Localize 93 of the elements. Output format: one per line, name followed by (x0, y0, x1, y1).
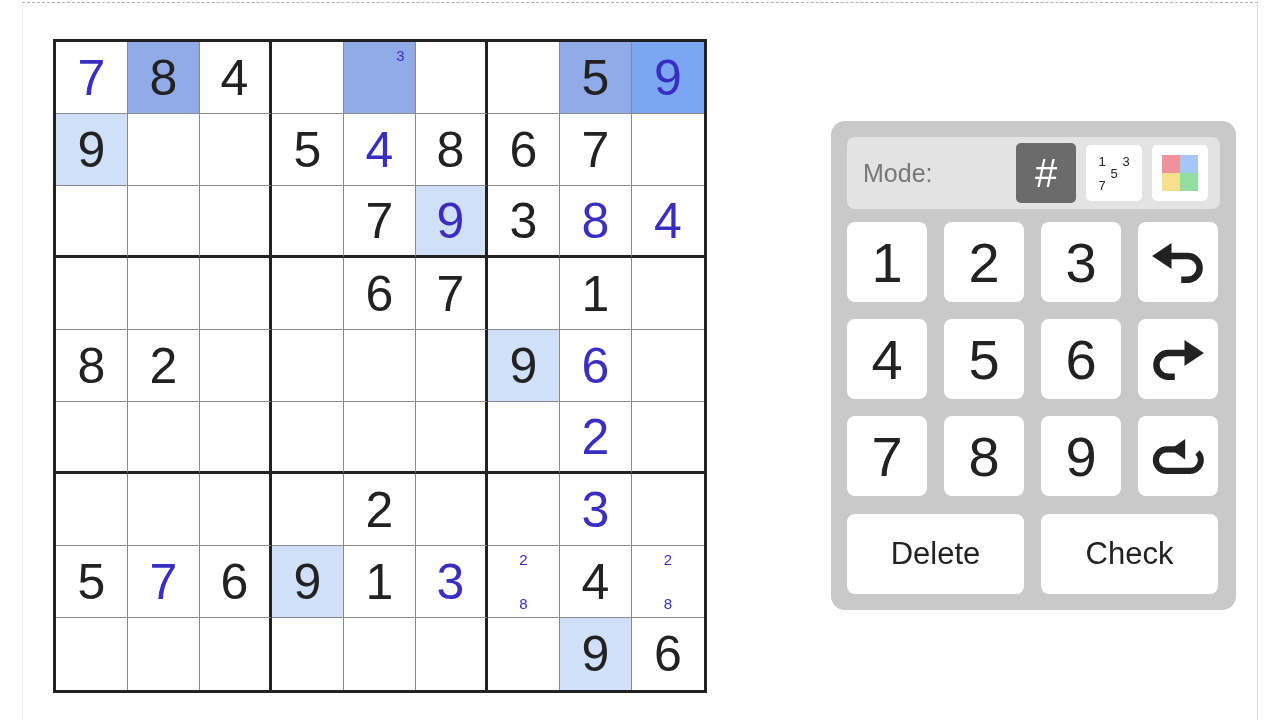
grid-cell[interactable]: 6 (200, 546, 272, 618)
digit-key[interactable]: 4 (847, 319, 927, 399)
color-grid-icon (1162, 155, 1198, 191)
grid-cell[interactable]: 8 (128, 42, 200, 114)
grid-cell[interactable]: 8 (416, 114, 488, 186)
grid-cell[interactable]: 1 (344, 546, 416, 618)
loop-arrow-icon (1152, 437, 1204, 475)
pencil-mark: 8 (663, 596, 673, 612)
grid-cell[interactable]: 9 (632, 42, 704, 114)
grid-cell[interactable] (416, 474, 488, 546)
grid-cell[interactable] (56, 402, 128, 474)
grid-cell[interactable] (416, 402, 488, 474)
grid-cell[interactable]: 3 (488, 186, 560, 258)
pencil-mode-button[interactable]: 1 3 5 7 (1086, 145, 1142, 201)
mode-label: Mode: (863, 158, 933, 188)
grid-cell[interactable]: 7 (128, 546, 200, 618)
grid-cell[interactable]: 7 (56, 42, 128, 114)
grid-cell[interactable]: 8 (56, 330, 128, 402)
grid-cell[interactable] (200, 186, 272, 258)
redo-button[interactable] (1138, 319, 1218, 399)
grid-cell[interactable] (344, 402, 416, 474)
number-mode-button[interactable]: # (1016, 143, 1076, 203)
grid-cell[interactable]: 5 (560, 42, 632, 114)
grid-cell[interactable]: 9 (488, 330, 560, 402)
grid-cell[interactable] (416, 42, 488, 114)
grid-cell[interactable]: 3 (416, 546, 488, 618)
digit-key[interactable]: 3 (1041, 222, 1121, 302)
grid-cell[interactable] (56, 258, 128, 330)
grid-cell[interactable] (416, 330, 488, 402)
digit-key[interactable]: 5 (944, 319, 1024, 399)
grid-cell[interactable] (488, 474, 560, 546)
grid-cell[interactable]: 9 (416, 186, 488, 258)
pencil-mark: 2 (663, 551, 673, 567)
action-button[interactable]: Delete (847, 514, 1024, 594)
digit-key[interactable]: 1 (847, 222, 927, 302)
grid-cell[interactable]: 2 (128, 330, 200, 402)
grid-cell[interactable]: 2 (560, 402, 632, 474)
grid-cell[interactable] (56, 186, 128, 258)
grid-cell[interactable] (272, 186, 344, 258)
grid-cell[interactable] (272, 330, 344, 402)
grid-cell[interactable] (128, 474, 200, 546)
grid-cell[interactable] (200, 474, 272, 546)
grid-cell[interactable]: 6 (488, 114, 560, 186)
grid-cell[interactable] (128, 186, 200, 258)
grid-cell[interactable]: 5 (56, 546, 128, 618)
grid-cell[interactable] (128, 402, 200, 474)
grid-cell[interactable]: 5 (272, 114, 344, 186)
grid-cell[interactable]: 7 (416, 258, 488, 330)
grid-cell[interactable]: 2 (344, 474, 416, 546)
grid-cell[interactable] (344, 330, 416, 402)
grid-cell[interactable]: 1 (560, 258, 632, 330)
grid-cell[interactable] (488, 402, 560, 474)
grid-cell[interactable] (272, 402, 344, 474)
grid-cell[interactable] (200, 114, 272, 186)
grid-cell[interactable]: 4 (344, 114, 416, 186)
grid-cell[interactable]: 7 (560, 114, 632, 186)
grid-cell[interactable] (272, 258, 344, 330)
grid-cell[interactable] (128, 258, 200, 330)
digit-key[interactable]: 2 (944, 222, 1024, 302)
grid-cell[interactable] (128, 114, 200, 186)
grid-cell[interactable] (272, 42, 344, 114)
grid-cell[interactable]: 6 (560, 330, 632, 402)
restart-button[interactable] (1138, 416, 1218, 496)
pencil-mark: 3 (396, 47, 405, 63)
grid-cell[interactable]: 8 (560, 186, 632, 258)
undo-button[interactable] (1138, 222, 1218, 302)
digit-key[interactable]: 8 (944, 416, 1024, 496)
digit-key[interactable]: 7 (847, 416, 927, 496)
grid-cell[interactable]: 4 (560, 546, 632, 618)
grid-cell[interactable] (200, 258, 272, 330)
grid-cell[interactable]: 7 (344, 186, 416, 258)
grid-cell[interactable] (56, 474, 128, 546)
grid-cell[interactable] (200, 330, 272, 402)
grid-cell[interactable]: 3 (560, 474, 632, 546)
grid-cell[interactable] (200, 402, 272, 474)
pencil-mark: 2 (519, 551, 528, 567)
grid-cell[interactable]: 9 (272, 546, 344, 618)
color-mode-button[interactable] (1152, 145, 1208, 201)
digit-key[interactable]: 9 (1041, 416, 1121, 496)
digit-key[interactable]: 6 (1041, 319, 1121, 399)
grid-cell[interactable]: 9 (560, 618, 632, 690)
undo-icon (1152, 241, 1204, 283)
grid-cell[interactable] (488, 258, 560, 330)
redo-icon (1152, 338, 1204, 380)
grid-cell[interactable]: 4 (200, 42, 272, 114)
grid-cell[interactable] (488, 42, 560, 114)
grid-cell[interactable]: 2 8 (488, 546, 560, 618)
pencil-mark: 8 (519, 596, 528, 612)
grid-cell[interactable]: 3 (344, 42, 416, 114)
grid-cell[interactable] (272, 474, 344, 546)
grid-cell[interactable]: 9 (56, 114, 128, 186)
action-button[interactable]: Check (1041, 514, 1218, 594)
grid-cell[interactable]: 6 (344, 258, 416, 330)
